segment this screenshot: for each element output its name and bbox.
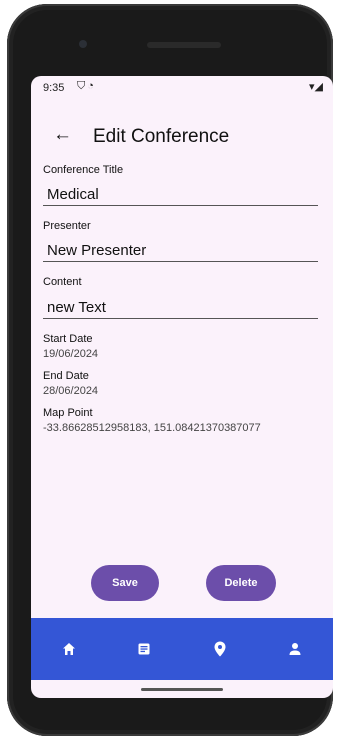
earpiece-speaker [147,42,221,48]
nav-location[interactable] [200,629,240,669]
map-point-label: Map Point [43,407,93,419]
status-time: 9:35 [43,82,65,94]
nav-profile[interactable] [275,629,315,669]
signal-icon: ◢ [314,81,323,93]
presenter-underline [43,261,318,262]
start-date-label: Start Date [43,333,93,345]
shield-icon: ⛉ [77,80,88,92]
notes-icon [138,643,150,655]
status-right: ▾◢ [309,80,323,93]
presenter-label: Presenter [43,220,91,232]
arrow-left-icon[interactable]: ← [53,124,72,146]
save-button[interactable]: Save [91,565,159,601]
end-date-label: End Date [43,370,89,382]
delete-button[interactable]: Delete [206,565,276,601]
phone-frame: 9:35 ⛉◔ ▾◢ ← Edit Conference Conference … [7,4,333,736]
page-title: Edit Conference [93,126,230,147]
app-bar: ← Edit Conference [31,118,333,154]
nav-home[interactable] [49,629,89,669]
location-pin-icon [214,641,226,657]
person-icon [289,643,301,655]
front-camera [79,40,87,48]
status-bar: 9:35 ⛉◔ ▾◢ [31,76,333,100]
start-date-value: 19/06/2024 [43,348,99,360]
presenter-field[interactable]: New Presenter [47,242,146,259]
status-icons: ⛉◔ [77,80,96,93]
map-point-value: -33.86628512958183, 151.08421370387077 [43,422,261,434]
conference-title-label: Conference Title [43,164,124,176]
end-date-value: 28/06/2024 [43,385,99,397]
circle-icon: ◔ [87,80,96,92]
conference-title-underline [43,205,318,206]
content-label: Content [43,276,82,288]
home-icon [62,643,75,655]
app-screen: 9:35 ⛉◔ ▾◢ ← Edit Conference Conference … [31,76,333,698]
content-field[interactable]: new Text [47,299,106,316]
nav-notes[interactable] [124,629,164,669]
gesture-bar[interactable] [141,688,223,691]
content-underline [43,318,318,319]
bottom-nav [31,618,333,680]
conference-title-field[interactable]: Medical [47,186,99,203]
